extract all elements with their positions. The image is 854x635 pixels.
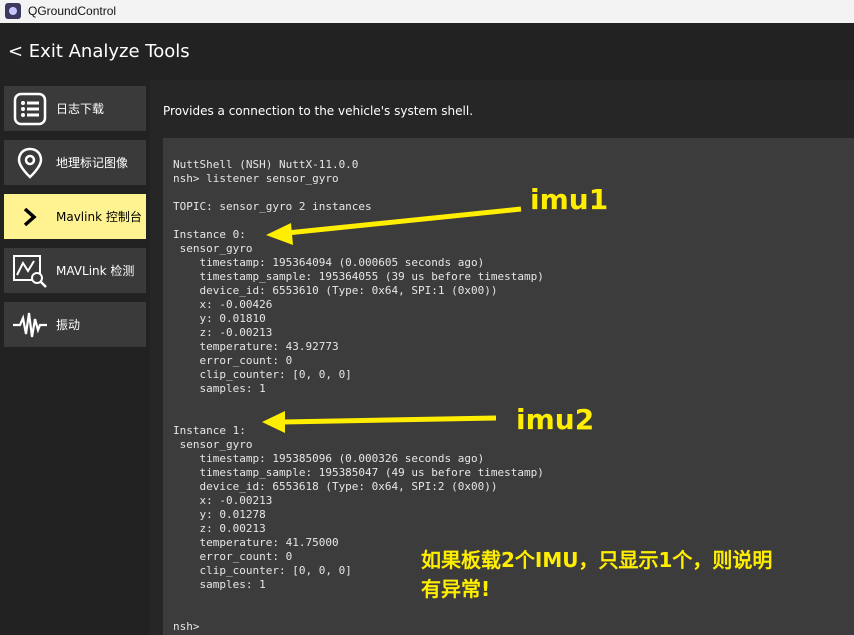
sidebar-item-mavlink-inspector[interactable]: MAVLink 检测 (4, 248, 146, 293)
sidebar-item-mavlink-console[interactable]: Mavlink 控制台 (4, 194, 146, 239)
page-header: < Exit Analyze Tools (0, 23, 854, 80)
sidebar-item-label: 地理标记图像 (56, 156, 129, 170)
sidebar-item-log-download[interactable]: 日志下载 (4, 86, 146, 131)
sidebar-item-label: 日志下载 (56, 102, 105, 116)
sidebar-item-label: Mavlink 控制台 (56, 210, 142, 224)
sidebar-item-label: 振动 (56, 318, 81, 332)
waveform-icon (10, 305, 50, 345)
imu1-label: imu1 (530, 183, 609, 216)
sidebar-item-vibration[interactable]: 振动 (4, 302, 146, 347)
exit-analyze-tools-button[interactable]: < Exit Analyze Tools (8, 41, 190, 62)
qgc-app-icon (5, 3, 21, 19)
chevron-right-icon (10, 197, 50, 237)
imu2-label: imu2 (516, 403, 595, 436)
imu-warning-note-line1: 如果板载2个IMU，只显示1个，则说明 (421, 548, 773, 572)
panel-description: Provides a connection to the vehicle's s… (163, 104, 474, 118)
map-pin-icon (10, 143, 50, 183)
sidebar-item-geotag-images[interactable]: 地理标记图像 (4, 140, 146, 185)
window-title: QGroundControl (28, 4, 117, 18)
imu-warning-note-line2: 有异常! (421, 577, 491, 601)
list-icon (10, 89, 50, 129)
sidebar-item-label: MAVLink 检测 (56, 264, 135, 278)
window-title-bar: QGroundControl (0, 0, 854, 24)
chart-inspect-icon (10, 251, 50, 291)
